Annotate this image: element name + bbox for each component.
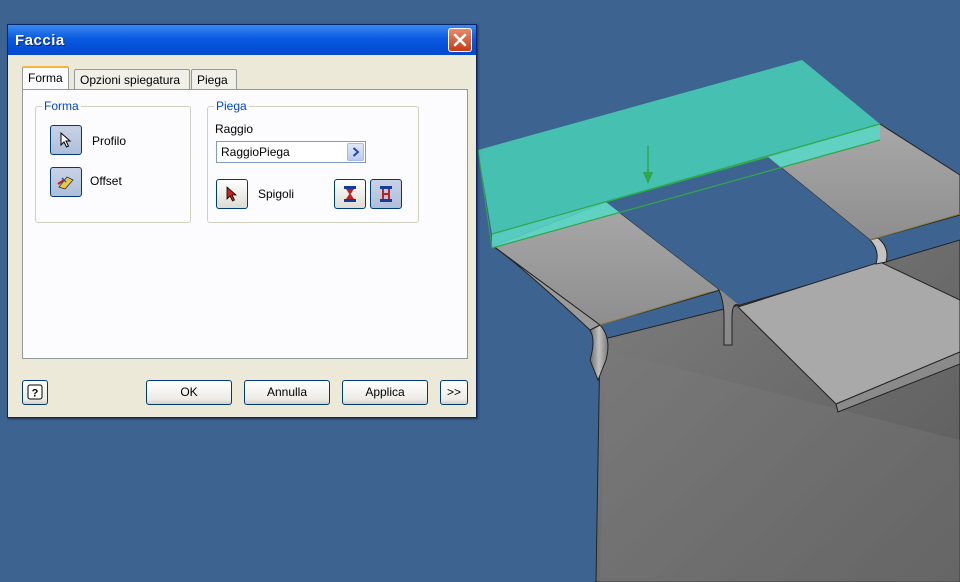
tab-forma[interactable]: Forma xyxy=(22,66,69,89)
piega-group-label: Piega xyxy=(214,99,249,113)
chevron-right-icon xyxy=(352,147,360,157)
piega-group: Piega Raggio RaggioPiega Spigoli xyxy=(207,99,419,223)
spigoli-select-button[interactable] xyxy=(216,179,248,209)
tab-opzioni-spiegatura-label: Opzioni spiegatura xyxy=(80,73,181,87)
faccia-dialog: Faccia Forma Opzioni spiegatura Piega Fo… xyxy=(7,24,477,418)
svg-text:?: ? xyxy=(32,388,39,400)
cursor-arrow-icon xyxy=(60,132,72,148)
tab-piega[interactable]: Piega xyxy=(191,69,237,89)
profilo-select-button[interactable] xyxy=(50,125,82,155)
raggio-combo-button[interactable] xyxy=(347,143,364,161)
raggio-combo[interactable]: RaggioPiega xyxy=(216,141,366,163)
offset-label: Offset xyxy=(90,174,122,188)
offset-button[interactable] xyxy=(50,167,82,197)
more-options-button[interactable]: >> xyxy=(440,380,468,405)
forma-group: Forma Profilo Offset xyxy=(35,99,191,223)
bend-option-button-1[interactable] xyxy=(334,179,366,209)
cursor-arrow-red-icon xyxy=(226,186,238,202)
tab-opzioni-spiegatura[interactable]: Opzioni spiegatura xyxy=(74,69,190,89)
spigoli-label: Spigoli xyxy=(258,187,295,201)
ok-button[interactable]: OK xyxy=(146,380,232,405)
dialog-title: Faccia xyxy=(15,32,65,49)
help-button[interactable]: ? xyxy=(22,380,48,405)
tab-forma-label: Forma xyxy=(28,71,63,85)
offset-icon xyxy=(57,176,74,190)
raggio-label: Raggio xyxy=(215,122,254,136)
close-icon xyxy=(453,33,467,47)
annulla-button[interactable]: Annulla xyxy=(244,380,330,405)
help-icon: ? xyxy=(27,384,43,400)
tab-piega-label: Piega xyxy=(197,73,228,87)
dialog-title-bar[interactable]: Faccia xyxy=(8,25,476,55)
part-right-bend xyxy=(869,237,888,265)
bend-option-button-2[interactable] xyxy=(370,179,402,209)
applica-button[interactable]: Applica xyxy=(342,380,428,405)
tab-panel-forma: Forma Profilo Offset Piega Raggio Raggio… xyxy=(22,89,468,359)
bend-type-b-icon xyxy=(380,186,392,202)
forma-group-label: Forma xyxy=(42,99,81,113)
close-button[interactable] xyxy=(448,28,472,52)
profilo-label: Profilo xyxy=(92,134,127,148)
bend-type-a-icon xyxy=(344,186,356,202)
raggio-value: RaggioPiega xyxy=(221,145,290,159)
